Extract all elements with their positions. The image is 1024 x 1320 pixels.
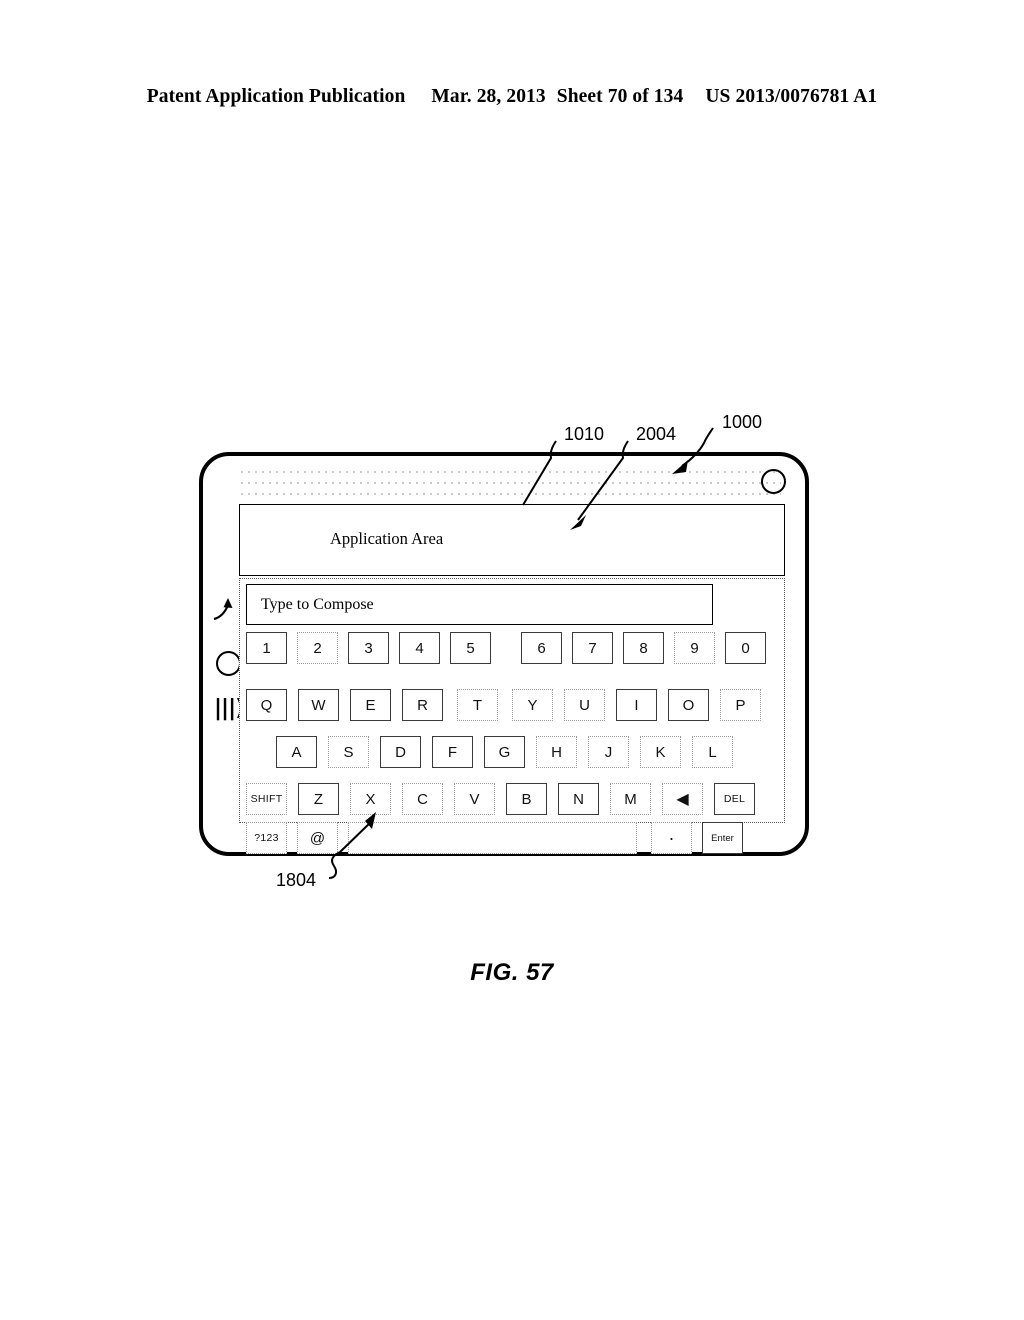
- key-del[interactable]: DEL: [714, 783, 755, 815]
- key-shift[interactable]: SHIFT: [246, 783, 287, 815]
- keyboard-row-qwerty: QWERTYUIOP: [246, 689, 780, 721]
- application-area: Application Area: [239, 504, 785, 576]
- key-6[interactable]: 6: [521, 632, 562, 664]
- front-camera-icon: [761, 469, 786, 494]
- key-j[interactable]: J: [588, 736, 629, 768]
- key-8[interactable]: 8: [623, 632, 664, 664]
- key-u[interactable]: U: [564, 689, 605, 721]
- key-y[interactable]: Y: [512, 689, 553, 721]
- key-p[interactable]: P: [720, 689, 761, 721]
- header-publication-number: US 2013/0076781 A1: [705, 86, 878, 107]
- speaker-grille-icon: [241, 467, 781, 501]
- page-header: Patent Application Publication Mar. 28, 2…: [0, 86, 1024, 108]
- key-s[interactable]: S: [328, 736, 369, 768]
- key-d[interactable]: D: [380, 736, 421, 768]
- header-date: Mar. 28, 2013: [431, 86, 546, 107]
- figure-caption: FIG. 57: [470, 959, 554, 986]
- home-button[interactable]: [216, 651, 241, 676]
- key-a[interactable]: A: [276, 736, 317, 768]
- key-g[interactable]: G: [484, 736, 525, 768]
- callout-2004: 2004: [636, 424, 677, 444]
- header-sheet: Sheet 70 of 134: [556, 86, 684, 107]
- key-m[interactable]: M: [610, 783, 651, 815]
- key-9[interactable]: 9: [674, 632, 715, 664]
- key-period[interactable]: ·: [651, 822, 692, 854]
- key-z[interactable]: Z: [298, 783, 339, 815]
- key-n[interactable]: N: [558, 783, 599, 815]
- tablet-device: |||) Application Area Type to Compose 12…: [199, 452, 809, 856]
- key-t[interactable]: T: [457, 689, 498, 721]
- key-i[interactable]: I: [616, 689, 657, 721]
- compose-input[interactable]: Type to Compose: [246, 584, 713, 625]
- key--123[interactable]: ?123: [246, 822, 287, 854]
- key-o[interactable]: O: [668, 689, 709, 721]
- header-publication: Patent Application Publication: [146, 86, 406, 107]
- key-h[interactable]: H: [536, 736, 577, 768]
- key-l[interactable]: L: [692, 736, 733, 768]
- key-7[interactable]: 7: [572, 632, 613, 664]
- keyboard-panel: Type to Compose 1234567890 QWERTYUIOP AS…: [239, 578, 785, 854]
- application-area-label: Application Area: [330, 529, 444, 548]
- key-2[interactable]: 2: [297, 632, 338, 664]
- bezel-curved-arrow-icon: [208, 592, 242, 626]
- key-b[interactable]: B: [506, 783, 547, 815]
- key-0[interactable]: 0: [725, 632, 766, 664]
- key-w[interactable]: W: [298, 689, 339, 721]
- key-f[interactable]: F: [432, 736, 473, 768]
- keyboard-row-numbers: 1234567890: [246, 632, 780, 664]
- key-5[interactable]: 5: [450, 632, 491, 664]
- key-3[interactable]: 3: [348, 632, 389, 664]
- keyboard-row-shift: SHIFT Z X C V B N M ◀ DEL: [246, 783, 780, 815]
- keyboard-row-bottom: ?123 @ · Enter: [246, 822, 780, 854]
- key-k[interactable]: K: [640, 736, 681, 768]
- key--[interactable]: @: [297, 822, 338, 854]
- key-x[interactable]: X: [350, 783, 391, 815]
- callout-1804: 1804: [276, 870, 317, 890]
- callout-1010: 1010: [564, 424, 605, 444]
- key-space[interactable]: [348, 822, 637, 854]
- key-enter[interactable]: Enter: [702, 822, 743, 854]
- key-1[interactable]: 1: [246, 632, 287, 664]
- key-q[interactable]: Q: [246, 689, 287, 721]
- key-4[interactable]: 4: [399, 632, 440, 664]
- key-backspace-arrow[interactable]: ◀: [662, 783, 703, 815]
- key-e[interactable]: E: [350, 689, 391, 721]
- key-c[interactable]: C: [402, 783, 443, 815]
- compose-placeholder: Type to Compose: [261, 596, 374, 613]
- callout-1000: 1000: [722, 412, 763, 432]
- keyboard-row-home: ASDFGHJKL: [246, 736, 780, 768]
- key-v[interactable]: V: [454, 783, 495, 815]
- key-r[interactable]: R: [402, 689, 443, 721]
